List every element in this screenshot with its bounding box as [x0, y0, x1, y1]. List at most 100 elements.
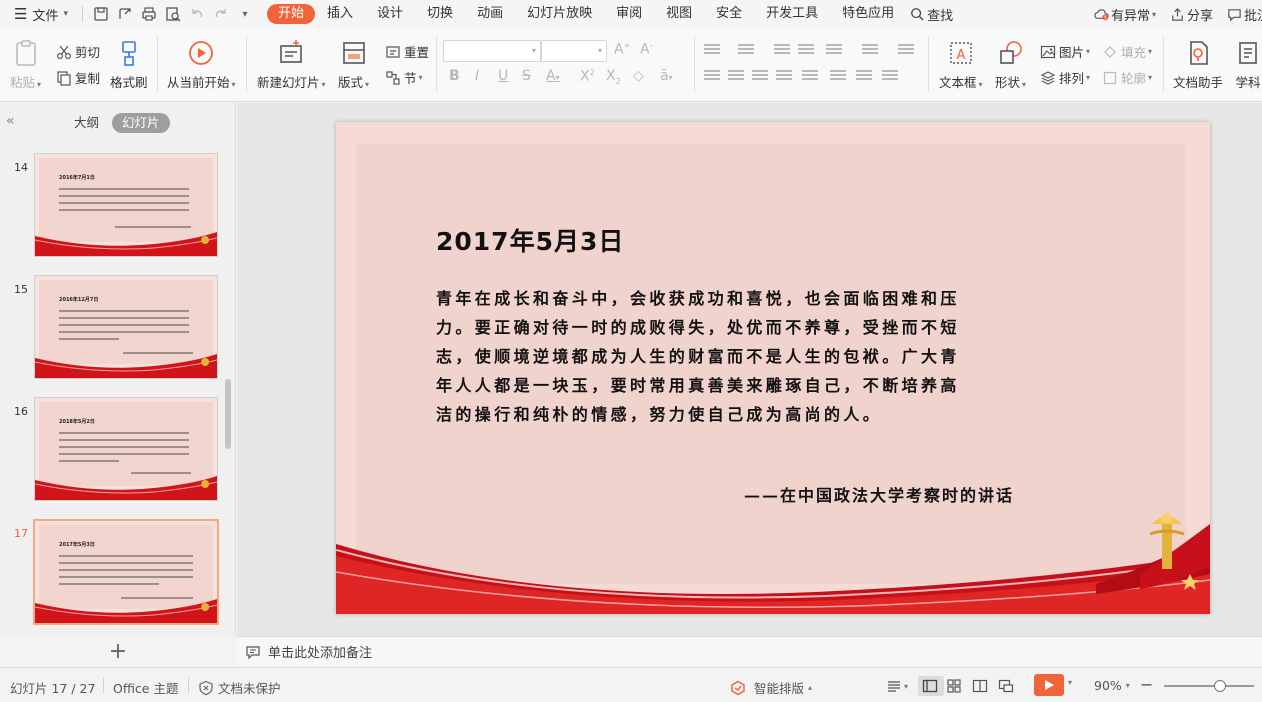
tab-security[interactable]: 安全	[704, 4, 754, 24]
anomaly-button[interactable]: 有异常 ▾	[1094, 5, 1156, 24]
textbox-button[interactable]: A 文本框 ▾	[939, 38, 983, 91]
slide-thumbnail-current[interactable]: 2017年5月3日	[33, 519, 219, 625]
share-button[interactable]: 分享	[1170, 5, 1213, 24]
slide-sorter-button[interactable]	[946, 678, 966, 694]
tab-slideshow[interactable]: 幻灯片放映	[515, 4, 604, 24]
tab-slides[interactable]: 幻灯片	[112, 113, 170, 133]
print-preview-icon[interactable]	[161, 3, 185, 25]
slide-thumbnail[interactable]: 2016年7月1日	[34, 153, 218, 257]
save-icon[interactable]	[89, 3, 113, 25]
justify-icon[interactable]	[776, 70, 792, 82]
bold-icon[interactable]: B	[449, 68, 460, 84]
slide-title[interactable]: 2017年5月3日	[436, 222, 624, 258]
file-menu[interactable]: ☰ 文件 ▾	[0, 0, 76, 28]
slide-thumbnail[interactable]: 2016年12月7日	[34, 275, 218, 379]
align-text-icon[interactable]	[862, 44, 878, 56]
tab-insert[interactable]: 插入	[315, 4, 365, 24]
presenter-view-button[interactable]	[998, 678, 1018, 694]
print-icon[interactable]	[137, 3, 161, 25]
academic-button[interactable]: 学科	[1233, 38, 1262, 91]
increase-indent-icon[interactable]	[798, 44, 814, 56]
undo-icon[interactable]	[185, 3, 209, 25]
picture-button[interactable]: 图片 ▾	[1040, 42, 1090, 61]
slide-signature[interactable]: ——在中国政法大学考察时的讲话	[744, 482, 1014, 506]
layout-button[interactable]: 版式 ▾	[338, 38, 369, 91]
arrange-button[interactable]: 排列 ▾	[1040, 68, 1090, 87]
increase-font-size-icon[interactable]: A+	[614, 41, 630, 58]
slide[interactable]: 2017年5月3日 青年在成长和奋斗中，会收获成功和喜悦，也会面临困难和压 力。…	[336, 122, 1210, 614]
strikethrough-icon[interactable]: S	[522, 68, 531, 84]
eraser-icon[interactable]: ◇	[633, 68, 644, 84]
theme-name[interactable]: Office 主题	[113, 678, 178, 697]
normal-view-button[interactable]	[918, 676, 944, 696]
paragraph-settings-icon[interactable]	[882, 70, 898, 82]
align-center-icon[interactable]	[728, 70, 744, 82]
customize-chevron-icon[interactable]: ▾	[233, 3, 257, 25]
redo-icon[interactable]	[209, 3, 233, 25]
tab-outline[interactable]: 大纲	[64, 113, 109, 133]
reading-view-button[interactable]	[972, 678, 992, 694]
play-slideshow-button[interactable]	[1034, 674, 1064, 696]
character-spacing-icon[interactable]: ā▾	[660, 68, 673, 84]
bullet-list-icon[interactable]	[704, 44, 720, 56]
paste-button[interactable]: 粘贴 ▾	[10, 38, 41, 91]
format-painter-button[interactable]: 格式刷	[110, 38, 148, 91]
doc-assistant-button[interactable]: 文档助手	[1173, 38, 1223, 91]
notes-bar[interactable]: 单击此处添加备注	[237, 636, 1262, 666]
tab-view[interactable]: 视图	[654, 4, 704, 24]
zoom-out-button[interactable]: −	[1140, 675, 1153, 694]
zoom-slider[interactable]	[1164, 685, 1254, 687]
tab-review[interactable]: 审阅	[604, 4, 654, 24]
zoom-slider-handle[interactable]	[1213, 680, 1226, 692]
tab-transitions[interactable]: 切换	[415, 4, 465, 24]
align-right-icon[interactable]	[752, 70, 768, 82]
paragraph-spacing-icon[interactable]	[856, 70, 872, 82]
thumbnail-scrollbar[interactable]	[224, 139, 232, 636]
body-line: 力。要正确对待一时的成败得失，处优而不养尊，受挫而不短	[436, 318, 960, 337]
play-from-current-button[interactable]: 从当前开始 ▾	[167, 38, 236, 91]
zoom-select[interactable]: 90% ▾	[1094, 678, 1130, 693]
reset-button[interactable]: 重置	[385, 42, 429, 61]
numbered-list-icon[interactable]	[738, 44, 754, 56]
document-protection[interactable]: 文档未保护	[198, 678, 281, 697]
distributed-icon[interactable]	[802, 70, 818, 82]
underline-icon[interactable]: U	[498, 68, 508, 84]
tab-special-apps[interactable]: 特色应用	[830, 4, 906, 24]
export-icon[interactable]	[113, 3, 137, 25]
tab-animations[interactable]: 动画	[465, 4, 515, 24]
slide-body-text[interactable]: 青年在成长和奋斗中，会收获成功和喜悦，也会面临困难和压 力。要正确对待一时的成败…	[436, 284, 1096, 429]
fill-button[interactable]: 填充 ▾	[1102, 42, 1152, 61]
line-spacing-icon[interactable]	[830, 70, 846, 82]
columns-icon[interactable]	[898, 44, 914, 56]
copy-button[interactable]: 复制	[56, 68, 100, 87]
align-left-icon[interactable]	[704, 70, 720, 82]
outline-button[interactable]: 轮廓 ▾	[1102, 68, 1152, 87]
decrease-indent-icon[interactable]	[774, 44, 790, 56]
superscript-icon[interactable]: X2	[580, 68, 595, 85]
smart-layout-button[interactable]: 智能排版 ▴	[730, 678, 812, 697]
subscript-icon[interactable]: X2	[606, 68, 621, 86]
shape-button[interactable]: 形状 ▾	[995, 38, 1026, 91]
comment-button[interactable]: 批注	[1227, 5, 1262, 24]
search-button[interactable]: 查找	[910, 5, 953, 24]
tab-home[interactable]: 开始	[267, 4, 316, 24]
decorative-wave	[35, 354, 217, 378]
cut-button[interactable]: 剪切	[56, 42, 100, 61]
new-slide-button[interactable]: 新建幻灯片 ▾	[257, 38, 326, 91]
decrease-font-size-icon[interactable]: A-	[640, 41, 652, 58]
font-size-select[interactable]: ▾	[541, 40, 607, 62]
play-options-chevron-icon[interactable]: ▾	[1068, 678, 1072, 687]
presenter-icon	[998, 679, 1014, 693]
font-color-icon[interactable]: A▾	[546, 68, 560, 84]
font-family-select[interactable]: ▾	[443, 40, 541, 62]
add-slide-button[interactable]: +	[0, 636, 236, 666]
section-button[interactable]: 节 ▾	[385, 68, 423, 87]
italic-icon[interactable]: I	[475, 68, 479, 84]
tab-developer[interactable]: 开发工具	[754, 4, 830, 24]
slide-thumbnail[interactable]: 2018年5月2日	[34, 397, 218, 501]
double-chevron-left-icon[interactable]: «	[6, 113, 15, 129]
text-direction-icon[interactable]	[826, 44, 842, 56]
notes-view-button[interactable]: ▾	[886, 678, 908, 694]
notes-icon	[246, 645, 260, 659]
tab-design[interactable]: 设计	[365, 4, 415, 24]
